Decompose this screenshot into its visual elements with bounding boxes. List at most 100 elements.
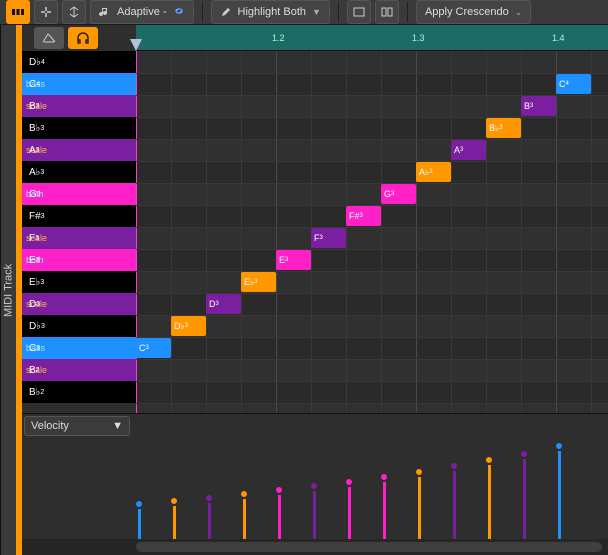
drums-mode-button[interactable] — [34, 27, 64, 49]
velocity-bar[interactable] — [278, 495, 281, 539]
piano-key[interactable]: B♭3 — [22, 117, 136, 139]
velocity-bar[interactable] — [208, 503, 211, 539]
piano-key[interactable]: B♭2 — [22, 381, 136, 403]
apply-crescendo-dropdown[interactable]: Apply Crescendo ⌄ — [416, 0, 531, 24]
velocity-panel: Velocity ▼ — [22, 413, 608, 539]
ruler-tick: 1.3 — [410, 25, 425, 50]
grid-icon — [11, 5, 25, 19]
piano-key[interactable]: D3scale — [22, 293, 136, 315]
midi-note[interactable]: F#3 — [346, 206, 381, 226]
piano-key[interactable]: G3both — [22, 183, 136, 205]
tool-expand-button[interactable] — [62, 0, 86, 24]
highlight-dropdown[interactable]: Highlight Both ▼ — [211, 0, 330, 24]
velocity-handle[interactable] — [239, 489, 249, 499]
velocity-handle[interactable] — [134, 499, 144, 509]
snap-icon — [39, 5, 53, 19]
velocity-handle[interactable] — [344, 477, 354, 487]
toolbar-separator — [338, 2, 339, 22]
piano-key[interactable]: E3both — [22, 249, 136, 271]
ruler-tick: 1.2 — [270, 25, 285, 50]
velocity-bar[interactable] — [523, 459, 526, 539]
chevron-down-icon: ⌄ — [515, 7, 523, 18]
velocity-handle[interactable] — [449, 461, 459, 471]
piano-key[interactable]: B3scale — [22, 95, 136, 117]
layout-single-button[interactable] — [347, 0, 371, 24]
velocity-handle[interactable] — [309, 481, 319, 491]
key-note-label: E3 — [26, 250, 40, 270]
chevron-down-icon: ▼ — [112, 420, 123, 432]
velocity-handle[interactable] — [379, 472, 389, 482]
velocity-handle[interactable] — [204, 493, 214, 503]
velocity-bar[interactable] — [488, 465, 491, 539]
main-area: 1.2 1.3 1.4 D♭4C4bassB3scaleB♭3A3scaleA♭… — [22, 25, 608, 555]
piano-key[interactable]: A3scale — [22, 139, 136, 161]
velocity-bar[interactable] — [138, 509, 141, 539]
midi-note[interactable]: D♭3 — [171, 316, 206, 336]
key-note-label: G3 — [26, 184, 41, 204]
midi-note[interactable]: C3 — [136, 338, 171, 358]
midi-note[interactable]: G3 — [381, 184, 416, 204]
velocity-handle[interactable] — [414, 467, 424, 477]
toolbar-separator — [407, 2, 408, 22]
velocity-bar[interactable] — [453, 471, 456, 539]
velocity-bar[interactable] — [383, 482, 386, 539]
apply-label: Apply Crescendo — [425, 6, 509, 18]
key-note-label: B3 — [26, 96, 40, 116]
velocity-handle[interactable] — [554, 441, 564, 451]
velocity-bar[interactable] — [348, 487, 351, 539]
toolbar-separator — [202, 2, 203, 22]
midi-note[interactable]: B♭3 — [486, 118, 521, 138]
midi-note[interactable]: A♭3 — [416, 162, 451, 182]
note-icon — [99, 6, 111, 18]
piano-keys: D♭4C4bassB3scaleB♭3A3scaleA♭3G3bothF#3F3… — [22, 51, 136, 413]
key-note-label: E♭3 — [26, 272, 44, 292]
link-icon — [173, 5, 185, 20]
velocity-bar[interactable] — [313, 491, 316, 539]
key-note-label: F#3 — [26, 206, 45, 226]
note-grid[interactable]: C3D♭3D3E♭3E3F3F#3G3A♭3A3B♭3B3C4 — [136, 51, 608, 413]
midi-note[interactable]: E3 — [276, 250, 311, 270]
midi-note[interactable]: C4 — [556, 74, 591, 94]
adaptive-dropdown[interactable]: Adaptive - — [90, 0, 194, 24]
velocity-bar[interactable] — [418, 477, 421, 539]
velocity-lane[interactable] — [136, 438, 608, 539]
tool-snap-button[interactable] — [34, 0, 58, 24]
velocity-handle[interactable] — [519, 449, 529, 459]
piano-key[interactable]: E♭3 — [22, 271, 136, 293]
piano-key[interactable]: D♭4 — [22, 51, 136, 73]
track-label-tab[interactable]: MIDI Track — [0, 25, 16, 555]
velocity-label: Velocity — [31, 420, 69, 432]
note-area: 1.2 1.3 1.4 D♭4C4bassB3scaleB♭3A3scaleA♭… — [22, 25, 608, 413]
piano-key[interactable]: D♭3 — [22, 315, 136, 337]
velocity-bar[interactable] — [243, 499, 246, 539]
audition-button[interactable] — [68, 27, 98, 49]
grid-area: D♭4C4bassB3scaleB♭3A3scaleA♭3G3bothF#3F3… — [22, 51, 608, 413]
tool-draw-button[interactable] — [6, 0, 30, 24]
velocity-handle[interactable] — [484, 455, 494, 465]
toolbar: Adaptive - Highlight Both ▼ Apply Cresce… — [0, 0, 608, 25]
horizontal-scrollbar[interactable] — [22, 539, 608, 555]
piano-key[interactable]: A♭3 — [22, 161, 136, 183]
track-buttons — [22, 27, 136, 49]
velocity-bar[interactable] — [558, 451, 561, 539]
window-icon — [352, 5, 366, 19]
layout-split-button[interactable] — [375, 0, 399, 24]
velocity-handle[interactable] — [274, 485, 284, 495]
piano-key[interactable]: F#3 — [22, 205, 136, 227]
piano-key[interactable]: F3scale — [22, 227, 136, 249]
midi-note[interactable]: E♭3 — [241, 272, 276, 292]
midi-note[interactable]: D3 — [206, 294, 241, 314]
header-row: 1.2 1.3 1.4 — [22, 25, 608, 51]
velocity-handle[interactable] — [169, 496, 179, 506]
midi-note[interactable]: B3 — [521, 96, 556, 116]
piano-key[interactable]: C4bass — [22, 73, 136, 95]
scroll-thumb[interactable] — [136, 542, 602, 552]
key-note-label: D♭4 — [26, 52, 45, 72]
timeline-ruler[interactable]: 1.2 1.3 1.4 — [136, 25, 608, 51]
midi-note[interactable]: F3 — [311, 228, 346, 248]
midi-note[interactable]: A3 — [451, 140, 486, 160]
piano-key[interactable]: C3bass — [22, 337, 136, 359]
velocity-lane-select[interactable]: Velocity ▼ — [24, 416, 130, 436]
velocity-bar[interactable] — [173, 506, 176, 539]
piano-key[interactable]: B2scale — [22, 359, 136, 381]
